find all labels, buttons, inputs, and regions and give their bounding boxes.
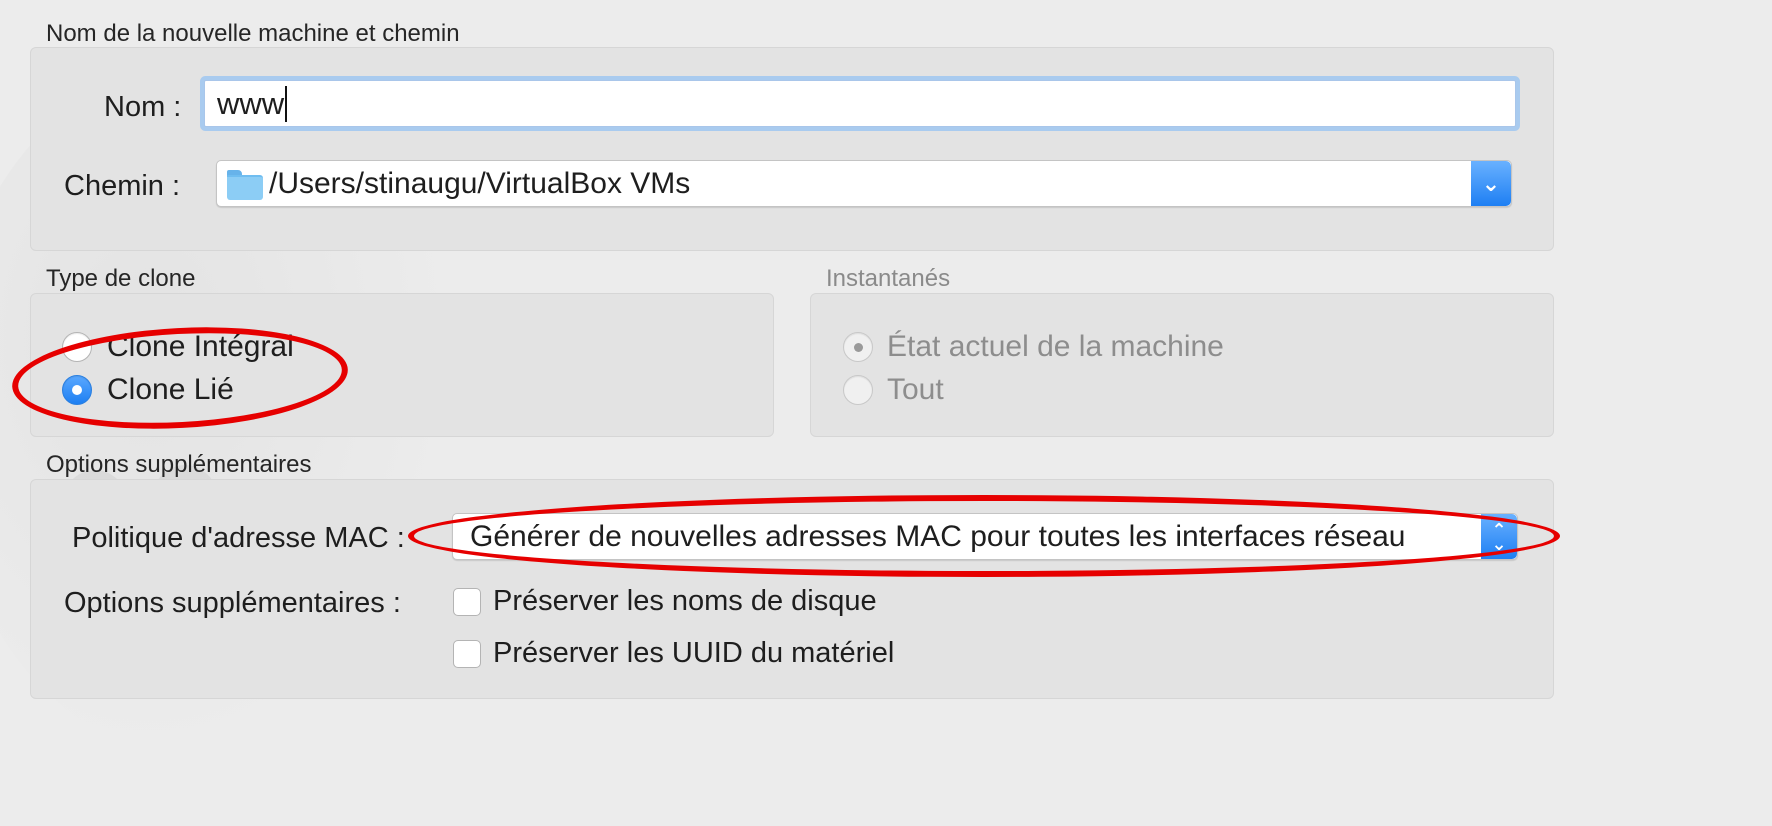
snapshots-section-title: Instantanés xyxy=(826,265,951,292)
radio-current-state xyxy=(843,332,873,362)
snapshots-group xyxy=(810,293,1554,437)
radio-current-state-label: État actuel de la machine xyxy=(887,330,1224,363)
clone-type-group xyxy=(30,293,774,437)
radio-linked-clone-label[interactable]: Clone Lié xyxy=(107,373,234,407)
radio-full-clone-label[interactable]: Clone Intégral xyxy=(107,330,294,364)
name-path-group xyxy=(30,47,1554,251)
name-label: Nom : xyxy=(104,91,182,123)
clone-type-section-title: Type de clone xyxy=(46,265,196,292)
mac-policy-label: Politique d'adresse MAC : xyxy=(72,522,405,554)
up-down-chevron-icon[interactable]: ⌃ ⌄ xyxy=(1481,514,1517,559)
radio-full-clone[interactable] xyxy=(62,332,92,362)
mac-policy-select[interactable]: Générer de nouvelles adresses MAC pour t… xyxy=(452,513,1518,560)
path-select[interactable]: /Users/stinaugu/VirtualBox VMs ⌄ xyxy=(216,160,1512,207)
radio-everything xyxy=(843,375,873,405)
radio-everything-label: Tout xyxy=(887,373,944,406)
name-input-value: www xyxy=(217,85,285,121)
folder-icon xyxy=(227,169,263,200)
checkbox-preserve-disk-names-label[interactable]: Préserver les noms de disque xyxy=(493,585,877,618)
name-input[interactable]: www xyxy=(204,80,1516,127)
extra-options-label: Options supplémentaires : xyxy=(64,587,401,619)
checkbox-preserve-hardware-uuids-label[interactable]: Préserver les UUID du matériel xyxy=(493,637,894,670)
chevron-down-icon[interactable]: ⌄ xyxy=(1471,161,1511,206)
radio-linked-clone[interactable] xyxy=(62,375,92,405)
path-label: Chemin : xyxy=(64,170,181,202)
extra-options-section-title: Options supplémentaires xyxy=(46,451,312,478)
text-caret xyxy=(285,85,288,122)
mac-policy-value: Générer de nouvelles adresses MAC pour t… xyxy=(470,519,1406,553)
name-path-section-title: Nom de la nouvelle machine et chemin xyxy=(46,20,460,47)
checkbox-preserve-hardware-uuids[interactable] xyxy=(453,640,481,668)
path-value: /Users/stinaugu/VirtualBox VMs xyxy=(269,166,691,200)
checkbox-preserve-disk-names[interactable] xyxy=(453,588,481,616)
